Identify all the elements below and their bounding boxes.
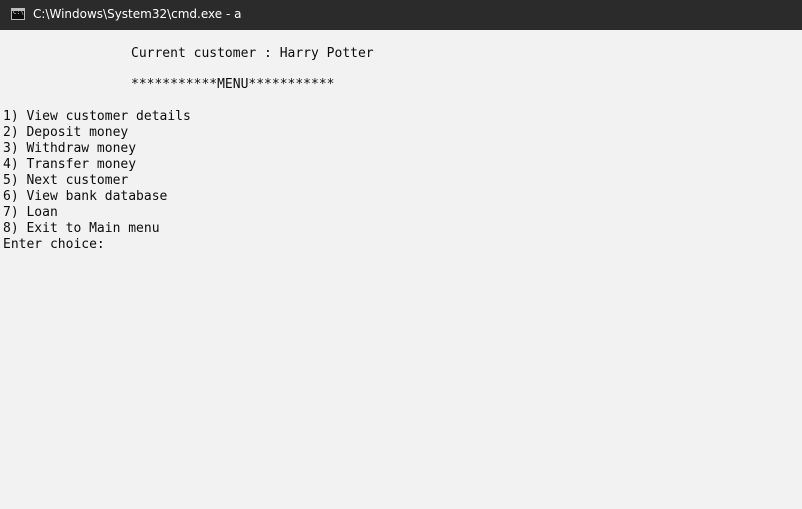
enter-choice-prompt[interactable]: Enter choice: <box>3 237 105 253</box>
current-customer-line: Current customer : Harry Potter <box>131 46 374 61</box>
cmd-icon: C:\ <box>11 8 25 20</box>
menu-header: ***********MENU*********** <box>131 77 335 92</box>
menu-item-exit-to-main-menu: 8) Exit to Main menu <box>3 221 160 236</box>
menu-item-next-customer: 5) Next customer <box>3 173 129 188</box>
console-output[interactable]: Current customer : Harry Potter ********… <box>3 30 802 509</box>
cmd-window: C:\ C:\Windows\System32\cmd.exe - a Curr… <box>0 0 802 509</box>
menu-item-withdraw-money: 3) Withdraw money <box>3 141 137 156</box>
menu-item-loan: 7) Loan <box>3 205 58 220</box>
title-bar[interactable]: C:\ C:\Windows\System32\cmd.exe - a <box>0 0 802 30</box>
menu-item-deposit-money: 2) Deposit money <box>3 125 129 140</box>
menu-item-view-bank-database: 6) View bank database <box>3 189 168 204</box>
window-title: C:\Windows\System32\cmd.exe - a <box>33 7 242 21</box>
menu-item-transfer-money: 4) Transfer money <box>3 157 137 172</box>
menu-item-view-customer-details: 1) View customer details <box>3 109 191 124</box>
